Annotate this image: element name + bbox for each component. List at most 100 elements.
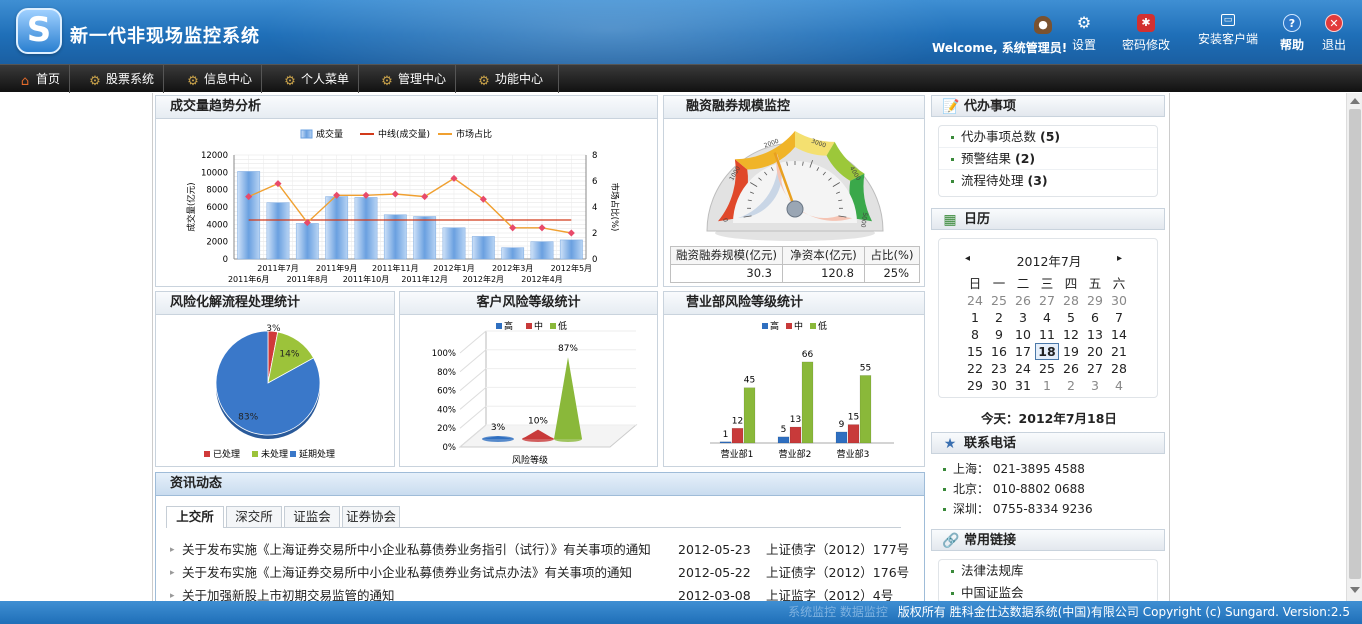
calendar-day[interactable]: 19 (1059, 343, 1083, 360)
link-label[interactable]: 中国证监会 (961, 585, 1024, 600)
calendar-day[interactable]: 25 (1035, 360, 1059, 377)
calendar-day[interactable]: 3 (1083, 377, 1107, 394)
gauge-hub (786, 200, 804, 218)
customer-risk-panel: 客户风险等级统计 高 中 低 100% 80% 60% 40% 20% 0% 3% 10% 87% 风险… (399, 291, 658, 467)
calendar-day[interactable]: 28 (1107, 360, 1131, 377)
link-csrc[interactable]: 中国证监会 (939, 582, 1157, 601)
x-tick-label: 2011年11月 (372, 263, 419, 273)
tab-sac[interactable]: 证券协会 (342, 506, 400, 527)
calendar-day[interactable]: 23 (987, 360, 1011, 377)
calendar-day[interactable]: 8 (963, 326, 987, 343)
menu-personal[interactable]: ⚙ 个人菜单 (277, 65, 359, 93)
legend-swatch (810, 323, 816, 329)
next-month-arrow-icon[interactable]: ▸ (1117, 253, 1122, 264)
x-tick-label: 2011年8月 (287, 274, 328, 284)
bar (731, 427, 744, 444)
calendar-day[interactable]: 21 (1107, 343, 1131, 360)
calendar-day[interactable]: 22 (963, 360, 987, 377)
news-row[interactable]: 关于加强新股上市初期交易监管的通知 2012-03-08 上证监字（2012）4… (170, 585, 924, 601)
news-title-text[interactable]: 关于发布实施《上海证券交易所中小企业私募债券业务试点办法》有关事项的通知 (182, 562, 632, 584)
calendar-day[interactable]: 2 (987, 309, 1011, 326)
todo-item-workflow[interactable]: 流程待处理 (3) (939, 170, 1157, 192)
help-button[interactable]: ? 帮助 (1280, 14, 1304, 53)
legend-label: 已处理 (213, 448, 240, 460)
news-panel: 资讯动态 上交所 深交所 证监会 证券协会 关于发布实施《上海证券交易所中小企业… (155, 472, 925, 601)
change-password-button[interactable]: ✱ 密码修改 (1122, 14, 1170, 53)
install-client-button[interactable]: ▭ 安装客户端 (1198, 14, 1258, 47)
gridline (459, 387, 487, 410)
gridline (459, 349, 487, 373)
calendar-day[interactable]: 29 (1083, 292, 1107, 309)
menu-management[interactable]: ⚙ 管理中心 (374, 65, 456, 93)
calendar-day[interactable]: 4 (1035, 309, 1059, 326)
link-label[interactable]: 法律法规库 (961, 563, 1024, 578)
today-label: 今天：2012年7月18日 (981, 411, 1117, 426)
calendar-day[interactable]: 4 (1107, 377, 1131, 394)
todo-item-alerts[interactable]: 预警结果 (2) (939, 148, 1157, 170)
change-password-label: 密码修改 (1122, 38, 1171, 52)
x-tick-label: 营业部3 (837, 448, 870, 460)
settings-button[interactable]: ⚙ 设置 (1072, 14, 1096, 53)
calendar-day[interactable]: 24 (963, 292, 987, 309)
bar-label: 13 (790, 415, 801, 425)
calendar-day[interactable]: 2 (1059, 377, 1083, 394)
calendar-day[interactable]: 30 (1107, 292, 1131, 309)
calendar-day[interactable]: 30 (987, 377, 1011, 394)
calendar-day[interactable]: 7 (1107, 309, 1131, 326)
calendar-day[interactable]: 16 (987, 343, 1011, 360)
calendar-day[interactable]: 20 (1083, 343, 1107, 360)
calendar-day[interactable]: 13 (1083, 326, 1107, 343)
bar (835, 431, 848, 444)
menu-function[interactable]: ⚙ 功能中心 (471, 65, 559, 93)
margin-value-scale: 30.3 (671, 265, 783, 282)
news-row[interactable]: 关于发布实施《上海证券交易所中小企业私募债券业务指引（试行）》有关事项的通知 2… (170, 539, 924, 561)
news-title-text[interactable]: 关于加强新股上市初期交易监管的通知 (182, 585, 395, 601)
x-tick-label: 2011年12月 (401, 274, 448, 284)
trend-chart: 成交量 中线(成交量) 市场占比 12000 10000 8000 6000 4000 2000… (186, 128, 620, 284)
calendar-day[interactable]: 17 (1011, 343, 1035, 360)
scroll-thumb[interactable] (1349, 109, 1361, 579)
calendar-today[interactable]: 18 (1035, 343, 1059, 360)
calendar-day[interactable]: 6 (1083, 309, 1107, 326)
menu-info-center[interactable]: ⚙ 信息中心 (180, 65, 262, 93)
tab-sse[interactable]: 上交所 (166, 506, 224, 528)
calendar-day[interactable]: 27 (1035, 292, 1059, 309)
prev-month-arrow-icon[interactable]: ◂ (965, 253, 970, 264)
calendar-day[interactable]: 26 (1059, 360, 1083, 377)
calendar-day[interactable]: 10 (1011, 326, 1035, 343)
menu-stock-system[interactable]: ⚙ 股票系统 (82, 65, 164, 93)
calendar-day[interactable]: 14 (1107, 326, 1131, 343)
legend-label: 中 (534, 320, 543, 332)
calendar-day[interactable]: 29 (963, 377, 987, 394)
risk-process-panel: 风险化解流程处理统计 3% 14% 83% 已处理 未处理 延期处理 (155, 291, 395, 467)
tab-szse[interactable]: 深交所 (226, 506, 282, 527)
calendar-day[interactable]: 5 (1059, 309, 1083, 326)
calendar-day[interactable]: 27 (1083, 360, 1107, 377)
news-title-text[interactable]: 关于发布实施《上海证券交易所中小企业私募债券业务指引（试行）》有关事项的通知 (182, 539, 651, 561)
link-law-library[interactable]: 法律法规库 (939, 560, 1157, 582)
calendar-day[interactable]: 12 (1059, 326, 1083, 343)
calendar-day[interactable]: 11 (1035, 326, 1059, 343)
y-tick-label: 4000 (206, 220, 228, 230)
calendar-day[interactable]: 9 (987, 326, 1011, 343)
calendar-day[interactable]: 3 (1011, 309, 1035, 326)
scroll-up-arrow-icon[interactable] (1350, 98, 1360, 104)
logout-button[interactable]: ✕ 退出 (1322, 14, 1346, 53)
calendar-day[interactable]: 25 (987, 292, 1011, 309)
news-row[interactable]: 关于发布实施《上海证券交易所中小企业私募债券业务试点办法》有关事项的通知 201… (170, 562, 924, 584)
calendar-day[interactable]: 1 (1035, 377, 1059, 394)
todo-item-total[interactable]: 代办事项总数 (5) (939, 126, 1157, 148)
calendar-day[interactable]: 28 (1059, 292, 1083, 309)
tab-csrc[interactable]: 证监会 (284, 506, 340, 527)
menu-home[interactable]: ⌂ 首页 (12, 65, 70, 93)
legend-label: 中线(成交量) (378, 128, 430, 140)
scroll-down-arrow-icon[interactable] (1350, 587, 1360, 593)
calendar-day[interactable]: 24 (1011, 360, 1035, 377)
calendar-day[interactable]: 15 (963, 343, 987, 360)
calendar-day[interactable]: 31 (1011, 377, 1035, 394)
calendar-day[interactable]: 26 (1011, 292, 1035, 309)
install-icon: ▭ (1221, 14, 1235, 26)
calendar-day[interactable]: 1 (963, 309, 987, 326)
contact-shanghai: 上海： 021-3895 4588 (931, 459, 1167, 479)
page-scrollbar[interactable] (1346, 93, 1362, 601)
